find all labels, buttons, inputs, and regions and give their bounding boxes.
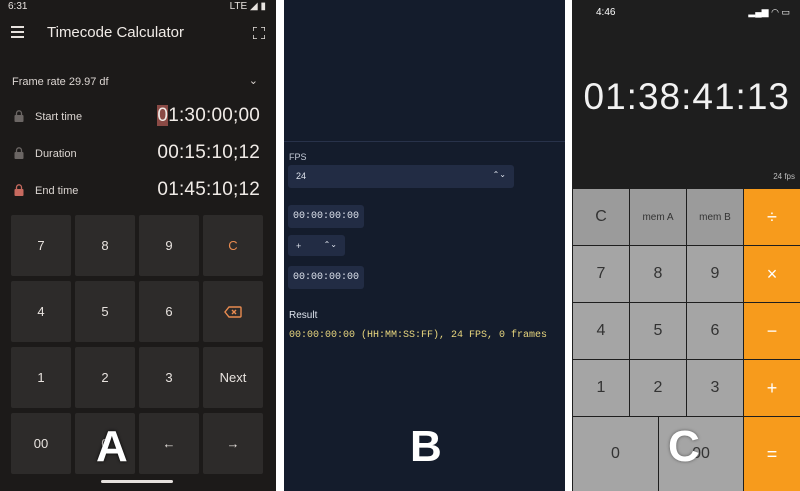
result-value: 00:00:00:00 (HH:MM:SS:FF), 24 FPS, 0 fra… xyxy=(289,330,548,341)
start-time-row[interactable]: Start time 01:30:00;00 xyxy=(0,102,276,132)
app-title: Timecode Calculator xyxy=(47,24,184,41)
battery-icon: ▭ xyxy=(781,7,790,17)
network-label: LTE xyxy=(229,1,248,12)
select-chevron-icon: ⌃⌄ xyxy=(492,170,506,179)
backspace-icon xyxy=(224,305,242,318)
key-6[interactable]: 6 xyxy=(139,281,199,342)
key-7[interactable]: 7 xyxy=(11,215,71,276)
timecode-input-2[interactable]: 00:00:00:00 xyxy=(288,266,365,289)
key-1[interactable]: 1 xyxy=(573,360,629,416)
key-2[interactable]: 2 xyxy=(75,347,135,408)
duration-value[interactable]: 00:15:10;12 xyxy=(157,142,260,164)
fps-indicator[interactable]: 24 fps xyxy=(773,172,795,181)
mem-b-key[interactable]: mem B xyxy=(687,189,743,245)
panel-label-c: C xyxy=(668,422,700,471)
key-3[interactable]: 3 xyxy=(687,360,743,416)
key-6[interactable]: 6 xyxy=(687,303,743,359)
wifi-icon: ◠ xyxy=(771,7,779,17)
end-time-label: End time xyxy=(35,185,79,197)
key-1[interactable]: 1 xyxy=(11,347,71,408)
signal-icon: ◢ xyxy=(250,1,258,12)
key-9[interactable]: 9 xyxy=(687,246,743,302)
divider xyxy=(284,141,565,142)
multiply-key[interactable]: × xyxy=(744,246,800,302)
panel-c-ios-timecode-calculator: 4:46 ▂▄▆ ◠ ▭ 01:38:41:13 24 fps C mem A … xyxy=(572,0,800,491)
fullscreen-icon[interactable] xyxy=(253,27,265,39)
panel-label-b: B xyxy=(410,422,442,471)
operator-select-value: + xyxy=(296,241,302,251)
minus-key[interactable]: − xyxy=(744,303,800,359)
start-time-value[interactable]: 01:30:00;00 xyxy=(157,105,260,127)
key-3[interactable]: 3 xyxy=(139,347,199,408)
key-0[interactable]: 0 xyxy=(573,417,658,491)
status-icons: LTE ◢ ▮ xyxy=(230,1,266,12)
panel-a-android-timecode-calculator: 6:31 LTE ◢ ▮ Timecode Calculator Frame r… xyxy=(0,0,276,491)
operator-select[interactable]: + ⌃⌄ xyxy=(288,235,345,256)
key-8[interactable]: 8 xyxy=(75,215,135,276)
equals-key[interactable]: = xyxy=(744,417,800,491)
key-5[interactable]: 5 xyxy=(75,281,135,342)
key-2[interactable]: 2 xyxy=(630,360,686,416)
divide-key[interactable]: ÷ xyxy=(744,189,800,245)
duration-label: Duration xyxy=(35,148,77,160)
fps-select-value: 24 xyxy=(296,171,307,181)
key-8[interactable]: 8 xyxy=(630,246,686,302)
timecode-display: 01:38:41:13 xyxy=(583,76,790,117)
status-bar: 6:31 LTE ◢ ▮ xyxy=(0,0,276,14)
chevron-down-icon[interactable]: ⌄ xyxy=(249,74,258,87)
panel-b-web-timecode-calculator: FPS 24 ⌃⌄ 00:00:00:00 + ⌃⌄ 00:00:00:00 R… xyxy=(284,0,565,491)
text-cursor: 0 xyxy=(157,105,169,126)
frame-rate-selector[interactable]: Frame rate 29.97 df xyxy=(12,76,109,88)
status-time: 6:31 xyxy=(8,1,28,12)
end-time-value[interactable]: 01:45:10;12 xyxy=(157,179,260,201)
backspace-key[interactable] xyxy=(203,281,263,342)
next-key[interactable]: Next xyxy=(203,347,263,408)
duration-row[interactable]: Duration 00:15:10;12 xyxy=(0,139,276,169)
home-indicator[interactable] xyxy=(101,480,173,483)
key-9[interactable]: 9 xyxy=(139,215,199,276)
end-time-row[interactable]: End time 01:45:10;12 xyxy=(0,176,276,206)
result-label: Result xyxy=(289,310,318,321)
key-4[interactable]: 4 xyxy=(573,303,629,359)
key-4[interactable]: 4 xyxy=(11,281,71,342)
app-bar: Timecode Calculator xyxy=(0,14,276,54)
clear-key[interactable]: C xyxy=(573,189,629,245)
clear-key[interactable]: C xyxy=(203,215,263,276)
menu-icon[interactable] xyxy=(11,26,24,38)
battery-icon: ▮ xyxy=(260,1,266,12)
fps-label: FPS xyxy=(289,152,307,162)
panel-label-a: A xyxy=(96,422,128,471)
signal-icon: ▂▄▆ xyxy=(748,7,769,17)
mem-a-key[interactable]: mem A xyxy=(630,189,686,245)
select-chevron-icon: ⌃⌄ xyxy=(323,240,337,249)
lock-open-icon[interactable] xyxy=(14,147,24,159)
timecode-input-1[interactable]: 00:00:00:00 xyxy=(288,205,365,228)
lock-closed-icon[interactable] xyxy=(14,184,24,196)
fps-select[interactable]: 24 ⌃⌄ xyxy=(288,165,514,188)
key-7[interactable]: 7 xyxy=(573,246,629,302)
start-time-label: Start time xyxy=(35,111,83,123)
left-arrow-key[interactable]: ← xyxy=(139,413,199,474)
key-00[interactable]: 00 xyxy=(11,413,71,474)
key-5[interactable]: 5 xyxy=(630,303,686,359)
status-time: 4:46 xyxy=(596,7,616,18)
right-arrow-key[interactable]: → xyxy=(203,413,263,474)
plus-key[interactable]: + xyxy=(744,360,800,416)
status-icons: ▂▄▆ ◠ ▭ xyxy=(748,7,790,18)
lock-open-icon[interactable] xyxy=(14,110,24,122)
